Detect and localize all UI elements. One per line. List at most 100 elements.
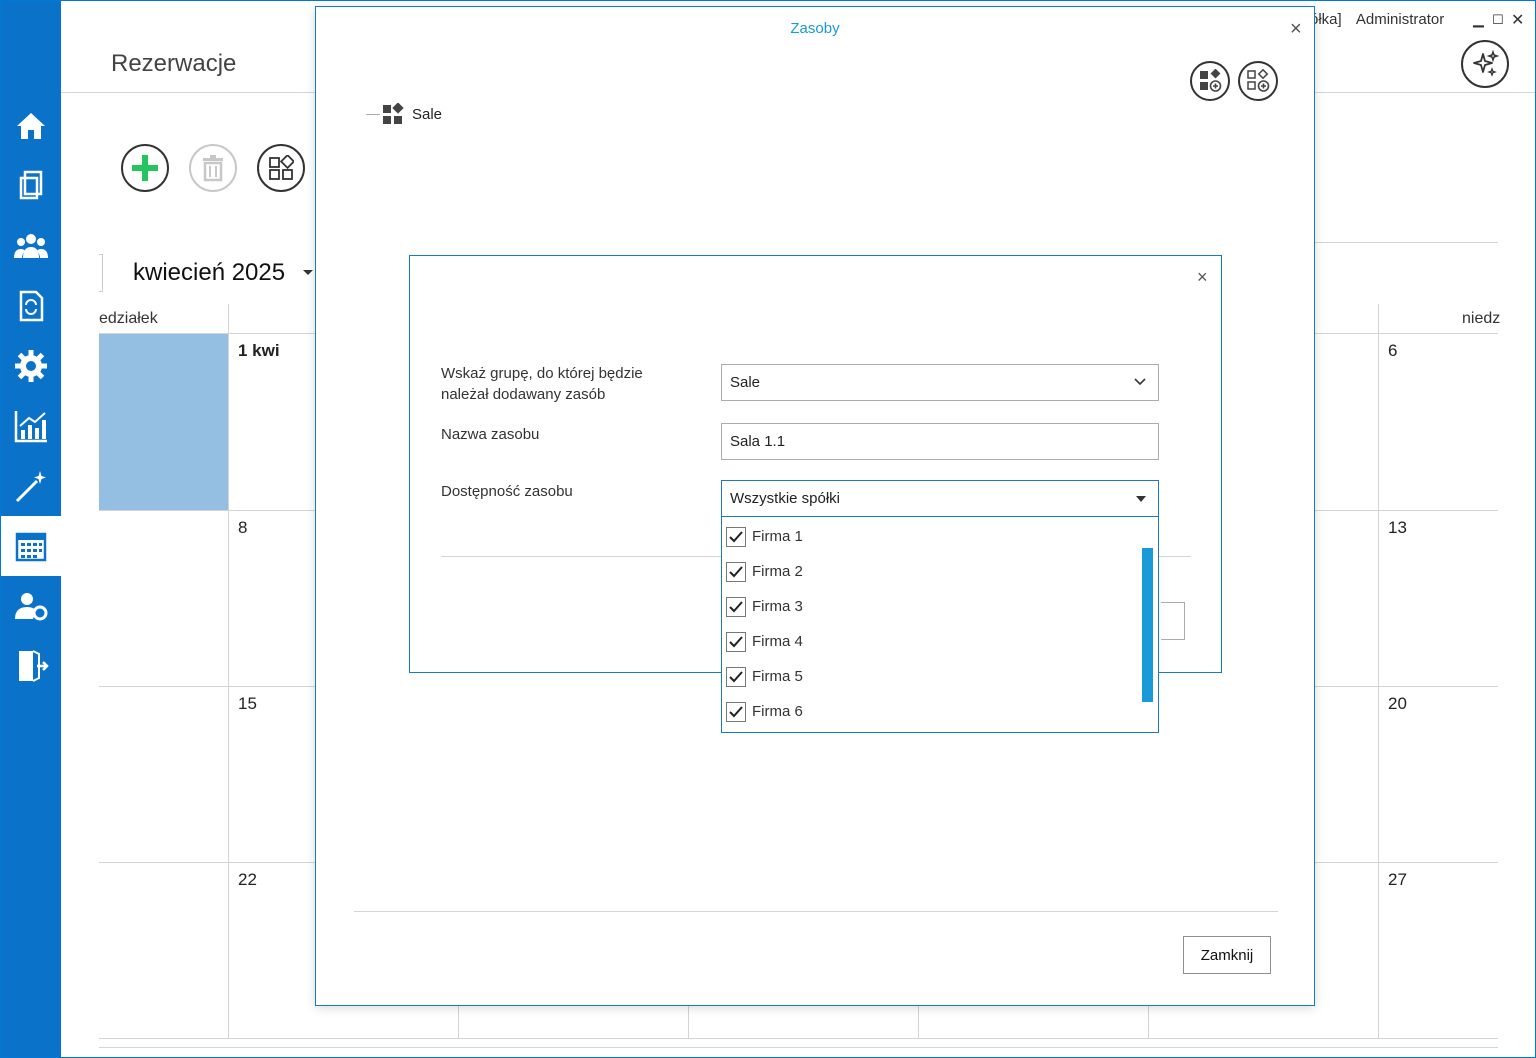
selected-day-cell[interactable] [99,333,229,510]
user-settings-icon [15,593,48,621]
resources-icon [269,155,294,180]
assistant-button[interactable] [1461,40,1509,88]
month-dropdown-caret[interactable] [303,270,313,275]
group-label: Wskaż grupę, do której będzie należał do… [441,365,643,403]
companies-dropdown: Firma 1 Firma 2 Firma 3 Firma 4 Firma 5 … [721,517,1159,733]
day-cell-label[interactable]: 1 kwi [238,341,280,361]
sidebar-item-settings[interactable] [1,336,61,396]
availability-select-value: Wszystkie spółki [730,490,841,507]
company-option-label: Firma 4 [752,633,803,650]
resources-button[interactable] [257,144,305,192]
calendar-col-line [228,304,229,1038]
month-label[interactable]: kwiecień 2025 [133,259,285,287]
documents-icon [19,170,43,200]
chevron-down-icon [1134,378,1146,386]
checkbox[interactable] [726,596,746,617]
checkbox[interactable] [726,526,746,547]
checkbox[interactable] [726,666,746,687]
add-resource-button[interactable] [1238,61,1278,101]
workflow-document-icon [19,290,44,322]
sparkles-icon [1473,49,1500,77]
logout-icon [19,650,49,682]
company-option[interactable]: Firma 1 [726,519,803,554]
name-input[interactable]: Sala 1.1 [721,423,1159,460]
company-option[interactable]: Firma 2 [726,554,803,589]
caret-down-icon [1136,496,1146,502]
checkbox[interactable] [726,631,746,652]
group-select[interactable]: Sale [721,364,1159,401]
sidebar-item-workflow[interactable] [1,276,61,336]
window-close-icon[interactable]: ✕ [1511,10,1524,30]
day-cell-label[interactable]: 13 [1388,518,1407,538]
gear-icon [15,350,47,382]
group-icon [383,103,404,124]
zasoby-close-icon[interactable]: × [1290,19,1302,39]
day-cell-label[interactable]: 6 [1388,341,1397,361]
checkmark-icon [729,670,743,682]
calendar-col-line [918,1005,919,1038]
zamknij-button[interactable]: Zamknij [1183,936,1271,974]
hidden-button-edge[interactable] [1161,602,1185,640]
add-button[interactable] [121,144,169,192]
checkmark-icon [729,600,743,612]
calendar-row-line [99,1038,1498,1039]
calendar-top-divider [1315,242,1498,243]
company-option-label: Firma 1 [752,528,803,545]
sidebar [1,1,61,1057]
checkbox[interactable] [726,561,746,582]
company-option[interactable]: Firma 5 [726,659,803,694]
day-cell-label[interactable]: 22 [238,870,257,890]
plus-icon [132,155,158,181]
company-option-label: Firma 5 [752,668,803,685]
company-option[interactable]: Firma 6 [726,694,803,729]
calendar-col-line [688,1005,689,1038]
dropdown-scrollbar-thumb[interactable] [1142,548,1153,702]
company-option-label: Firma 6 [752,703,803,720]
sidebar-item-wizard[interactable] [1,456,61,516]
app-title: Rezerwacje [111,50,237,77]
company-option[interactable]: Firma 3 [726,589,803,624]
maximize-icon[interactable]: ☐ [1492,12,1504,28]
tree-node-sale[interactable]: Sale [366,103,442,125]
zasoby-dialog-separator [354,911,1278,912]
sidebar-item-documents[interactable] [1,156,61,216]
add-resource-close-icon[interactable]: × [1197,268,1208,286]
company-option[interactable]: Firma 4 [726,624,803,659]
group-select-value: Sale [730,374,761,391]
checkmark-icon [729,530,743,542]
tree-node-label: Sale [412,105,443,123]
sidebar-item-logout[interactable] [1,636,61,696]
company-option-label: Firma 2 [752,563,803,580]
sidebar-item-user-settings[interactable] [1,576,61,636]
delete-button[interactable] [189,144,237,192]
availability-select[interactable]: Wszystkie spółki [721,480,1159,517]
zasoby-dialog-title: Zasoby [790,20,840,37]
day-cell-label[interactable]: 20 [1388,694,1407,714]
calendar-col-line [458,1005,459,1038]
calendar-nav-left[interactable] [99,254,103,292]
day-cell-label[interactable]: 27 [1388,870,1407,890]
home-icon [17,113,45,139]
day-cell-label[interactable]: 15 [238,694,257,714]
sidebar-item-calendar[interactable] [1,516,61,576]
checkmark-icon [729,705,743,717]
user-label[interactable]: Administrator [1356,11,1444,28]
add-resource-icon [1247,69,1270,92]
calendar-col-line [1148,1005,1149,1038]
day-header-sunday: niedz [1462,310,1501,327]
tree-connector [366,113,380,115]
company-option-label: Firma 3 [752,598,803,615]
add-group-button[interactable] [1190,61,1230,101]
sidebar-item-users[interactable] [1,216,61,276]
name-label: Nazwa zasobu [441,426,540,443]
checkbox[interactable] [726,701,746,722]
sidebar-item-home[interactable] [1,96,61,156]
minimize-icon[interactable]: ▁ [1473,11,1484,28]
magic-wand-icon [15,471,46,503]
sidebar-item-reports[interactable] [1,396,61,456]
trash-icon [203,155,223,182]
name-input-value: Sala 1.1 [730,433,786,450]
day-cell-label[interactable]: 8 [238,518,247,538]
company-user-label: ółka] Administrator [1310,11,1444,28]
availability-label: Dostępność zasobu [441,483,573,500]
